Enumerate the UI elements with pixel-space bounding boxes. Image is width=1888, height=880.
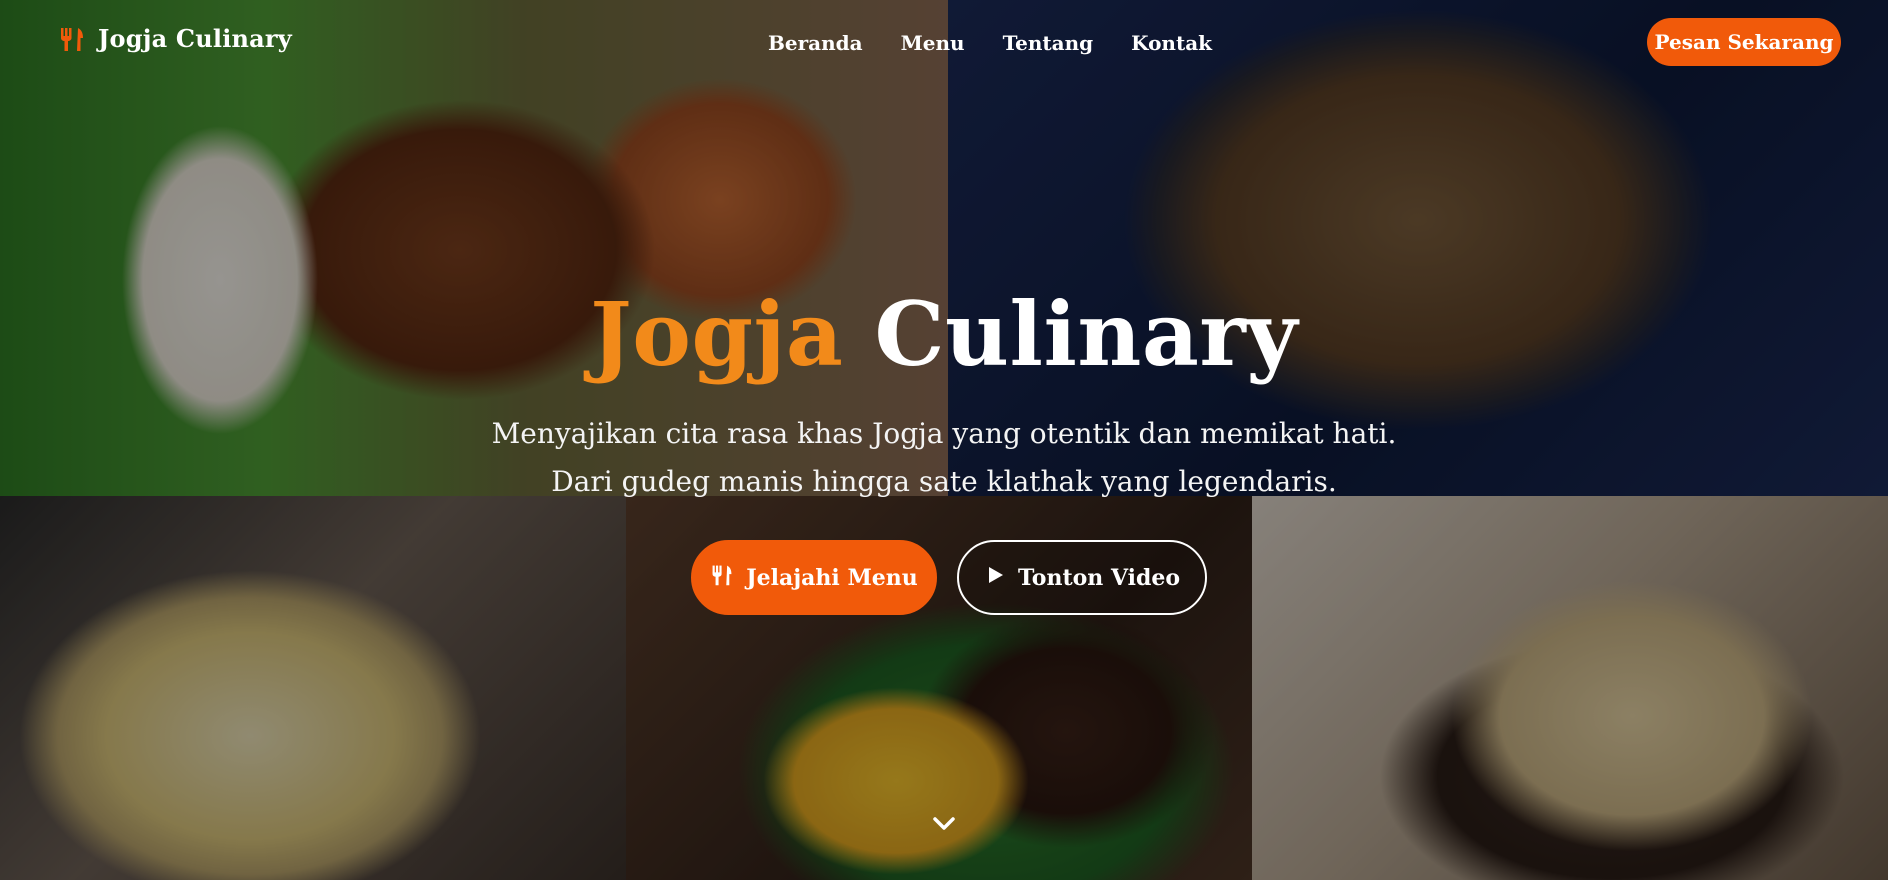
explore-menu-button[interactable]: Jelajahi Menu (691, 540, 937, 615)
hero-title: Jogja Culinary (0, 282, 1888, 386)
hero-title-accent: Jogja (590, 282, 844, 386)
chevron-down-icon[interactable] (930, 812, 958, 836)
utensils-icon (710, 563, 734, 593)
hero-title-rest: Culinary (874, 282, 1298, 386)
hero-section: Jogja Culinary Menyajikan cita rasa khas… (0, 0, 1888, 880)
hero-subtitle-line-1: Menyajikan cita rasa khas Jogja yang ote… (491, 417, 1397, 450)
watch-video-button[interactable]: Tonton Video (957, 540, 1207, 615)
hero-actions: Jelajahi Menu Tonton Video (691, 540, 1207, 615)
explore-menu-label: Jelajahi Menu (746, 564, 918, 591)
watch-video-label: Tonton Video (1017, 564, 1181, 591)
play-icon (984, 564, 1006, 592)
hero-subtitle-line-2: Dari gudeg manis hingga sate klathak yan… (551, 465, 1337, 498)
hero-subtitle: Menyajikan cita rasa khas Jogja yang ote… (0, 410, 1888, 506)
